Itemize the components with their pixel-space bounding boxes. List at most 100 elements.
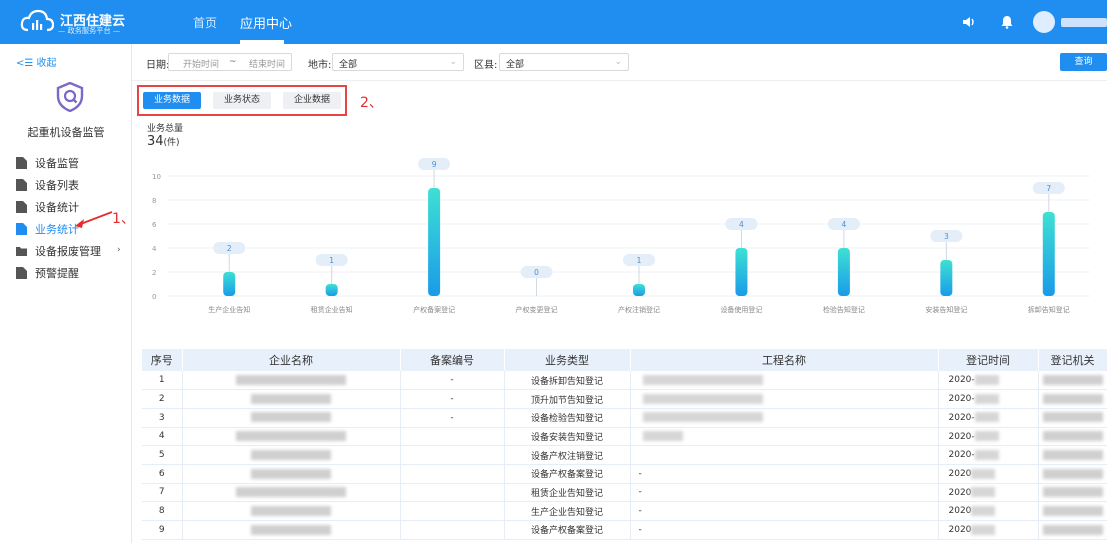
enterprise-name-cell: [182, 408, 401, 428]
col-header-enterprise[interactable]: 企业名称: [182, 349, 401, 371]
redacted-text: [971, 505, 996, 516]
total-value: 34(件): [147, 134, 180, 149]
file-icon: [16, 179, 27, 191]
row-index: 5: [158, 450, 165, 461]
table-row[interactable]: 5 设备产权注销登记 2020-: [142, 445, 1107, 465]
user-name-redacted[interactable]: [1061, 18, 1107, 27]
file-icon: [16, 201, 27, 213]
row-index: 6: [158, 468, 165, 479]
redacted-text: [971, 524, 996, 535]
x-tick-label: 设备使用登记: [720, 305, 762, 314]
sidebar-item-device-list[interactable]: 设备列表: [16, 176, 79, 194]
project-name: -: [638, 468, 642, 479]
row-index: 8: [158, 506, 165, 517]
register-org-cell: [1038, 464, 1107, 484]
city-select[interactable]: 全部 ⌄: [332, 53, 464, 71]
project-name-cell: [630, 427, 939, 447]
record-number: -: [450, 375, 454, 386]
business-type-cell: 租赁企业告知登记: [504, 483, 631, 503]
project-name: -: [638, 524, 642, 535]
col-header-project[interactable]: 工程名称: [630, 349, 939, 371]
table-row[interactable]: 7 租赁企业告知登记 - 2020: [142, 483, 1107, 503]
col-header-register-time[interactable]: 登记时间: [938, 349, 1039, 371]
row-index-cell: 4: [142, 427, 183, 447]
avatar[interactable]: [1033, 11, 1055, 33]
bar: [223, 272, 236, 296]
row-index-cell: 1: [142, 371, 183, 391]
total-unit: (件): [163, 138, 180, 148]
date-label: 日期:: [146, 60, 170, 71]
speaker-icon[interactable]: [962, 15, 976, 29]
redacted-text: [236, 374, 346, 385]
chevron-down-icon: ⌄: [614, 57, 622, 67]
tab-business-data[interactable]: 业务数据: [143, 92, 201, 109]
sidebar-item-scrap-management[interactable]: 设备报废管理: [16, 242, 101, 260]
query-button[interactable]: 查询: [1060, 53, 1107, 71]
y-tick-label: 10: [152, 173, 161, 181]
nav-app-center[interactable]: 应用中心: [240, 13, 292, 32]
collapse-icon: <☰: [16, 58, 37, 69]
col-header-record-no[interactable]: 备案编号: [400, 349, 505, 371]
logo[interactable]: 江西住建云 — 政务服务平台 —: [20, 8, 130, 36]
row-index-cell: 9: [142, 520, 183, 540]
register-org-cell: [1038, 501, 1107, 521]
x-tick-label: 产权注销登记: [618, 305, 660, 314]
folder-icon: [16, 247, 27, 256]
business-type-cell: 设备产权注销登记: [504, 445, 631, 465]
project-name: [631, 394, 639, 404]
x-tick-label: 拆卸告知登记: [1028, 305, 1070, 314]
project-name-cell: -: [630, 520, 939, 540]
sidebar-item-device-monitor[interactable]: 设备监管: [16, 154, 79, 172]
project-name-cell: [630, 445, 939, 465]
business-type-cell: 设备检验告知登记: [504, 408, 631, 428]
total-label: 业务总量: [147, 124, 184, 134]
col-header-business-type[interactable]: 业务类型: [504, 349, 631, 371]
redacted-text: [1042, 449, 1103, 460]
register-org-cell: [1038, 389, 1107, 409]
record-number-cell: [400, 501, 505, 521]
table-row[interactable]: 8 生产企业告知登记 - 2020: [142, 501, 1107, 521]
table-row[interactable]: 3 - 设备检验告知登记 2020-: [142, 408, 1107, 428]
bar-value-label: 3: [944, 232, 949, 241]
record-number-cell: [400, 520, 505, 540]
bar-value-label: 1: [637, 256, 642, 265]
table-row[interactable]: 4 设备安装告知登记 2020-: [142, 427, 1107, 447]
redacted-text: [251, 505, 331, 516]
top-header: 江西住建云 — 政务服务平台 — 首页 应用中心: [0, 0, 1107, 44]
bar: [837, 248, 850, 296]
register-time: 2020: [948, 525, 972, 536]
col-header-register-org[interactable]: 登记机关: [1038, 349, 1107, 371]
business-type: 顶升加节告知登记: [530, 395, 603, 406]
tab-business-status[interactable]: 业务状态: [213, 92, 271, 109]
bell-icon[interactable]: [1000, 15, 1014, 29]
record-number-cell: -: [400, 371, 505, 391]
register-time-cell: 2020: [938, 464, 1039, 484]
register-time-cell: 2020-: [938, 427, 1039, 447]
table-row[interactable]: 1 - 设备拆卸告知登记 2020-: [142, 371, 1107, 391]
nav-home[interactable]: 首页: [193, 14, 217, 31]
register-org-cell: [1038, 408, 1107, 428]
tab-enterprise-data[interactable]: 企业数据: [283, 92, 341, 109]
redacted-text: [251, 412, 331, 423]
bar: [735, 248, 748, 296]
project-name: [631, 375, 639, 385]
collapse-button[interactable]: <☰ 收起: [16, 54, 57, 69]
date-range-input[interactable]: 开始时间 ~ 结束时间: [168, 53, 292, 71]
redacted-text: [251, 524, 331, 535]
table-row[interactable]: 2 - 顶升加节告知登记 2020-: [142, 389, 1107, 409]
redacted-text: [642, 374, 763, 385]
record-number-cell: [400, 464, 505, 484]
project-name: -: [638, 487, 642, 498]
register-org-cell: [1038, 371, 1107, 391]
col-header-index[interactable]: 序号: [142, 349, 183, 371]
table-row[interactable]: 9 设备产权备案登记 - 2020: [142, 520, 1107, 540]
record-number-cell: [400, 427, 505, 447]
bar-value-label: 7: [1046, 184, 1051, 193]
table-row[interactable]: 6 设备产权备案登记 - 2020: [142, 464, 1107, 484]
record-number-cell: -: [400, 408, 505, 428]
sidebar-item-alerts[interactable]: 预警提醒: [16, 264, 79, 282]
bar: [325, 284, 338, 296]
redacted-text: [642, 431, 683, 442]
district-select[interactable]: 全部 ⌄: [499, 53, 629, 71]
x-tick-label: 租赁企业告知: [311, 305, 353, 314]
